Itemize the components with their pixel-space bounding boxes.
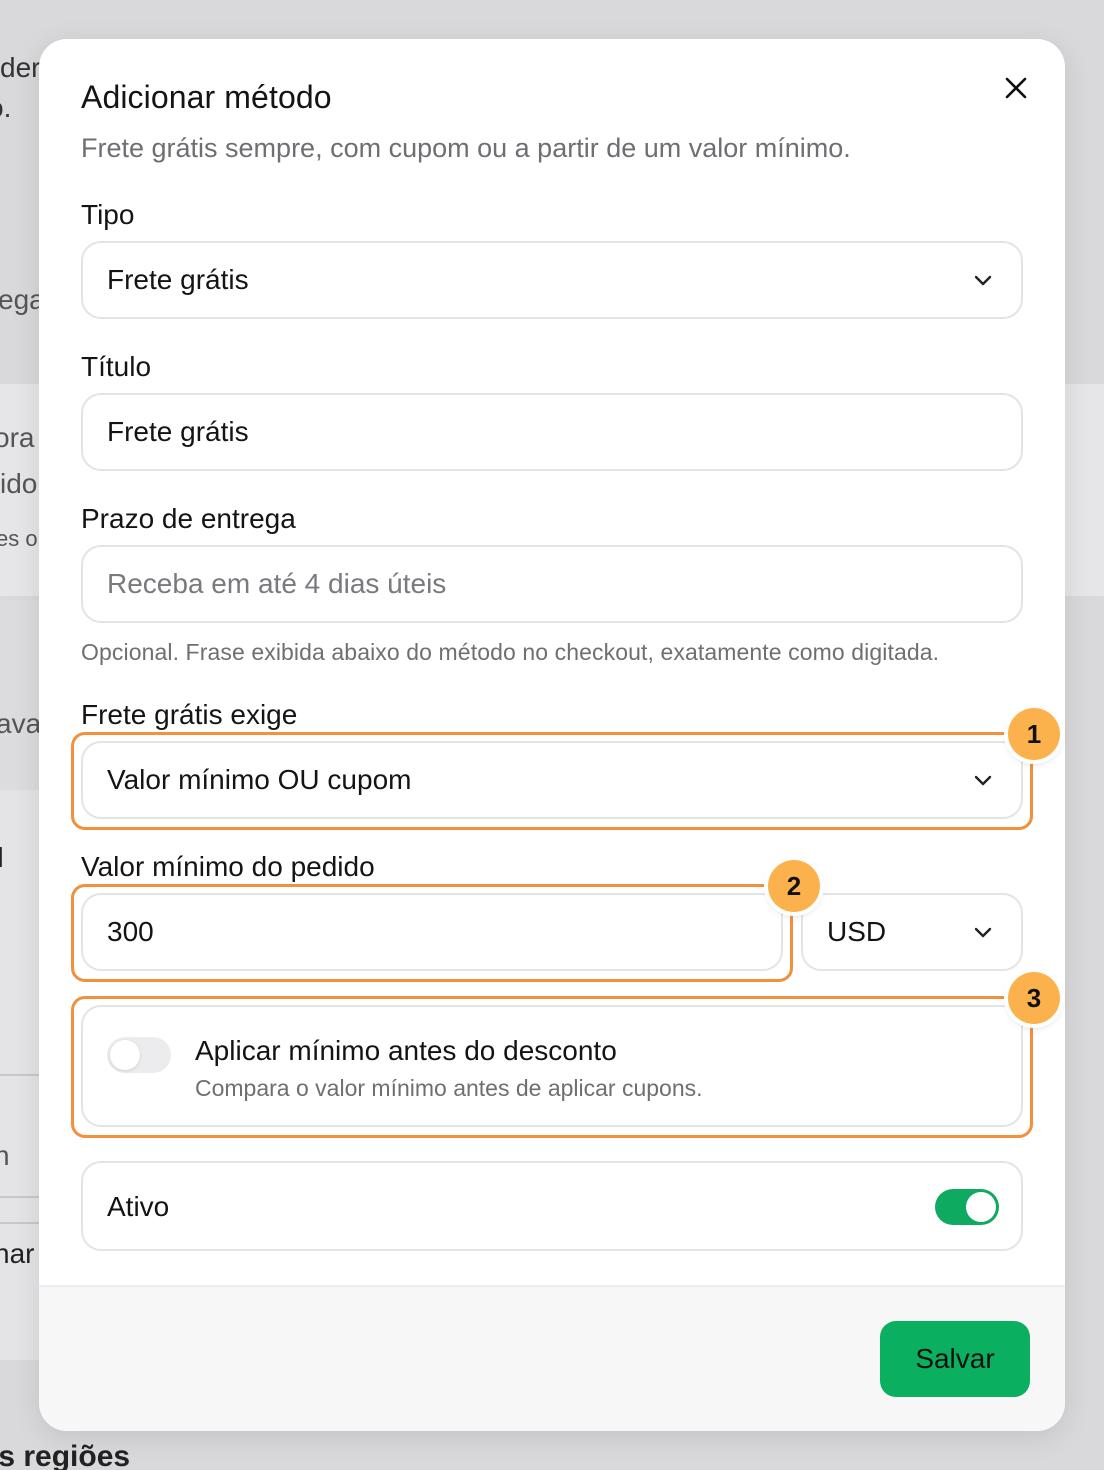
ativo-toggle[interactable] [935, 1189, 999, 1225]
background-panel [0, 600, 40, 790]
background-text: o. [0, 92, 12, 123]
exige-value: Valor mínimo OU cupom [107, 764, 412, 795]
tipo-select[interactable]: Frete grátis [81, 241, 1023, 319]
background-text: der [0, 52, 41, 83]
background-text: ora [0, 422, 35, 453]
background-text: l [0, 842, 4, 874]
valor-minimo-input[interactable]: 300 [81, 893, 783, 971]
background-text: es o [0, 526, 38, 551]
add-method-modal: Adicionar método Frete grátis sempre, co… [39, 39, 1065, 1431]
prazo-hint: Opcional. Frase exibida abaixo do método… [81, 639, 940, 665]
exige-select[interactable]: Valor mínimo OU cupom [81, 741, 1023, 819]
tipo-label: Tipo [81, 199, 135, 230]
titulo-label: Título [81, 351, 152, 382]
exige-label: Frete grátis exige [81, 699, 298, 730]
save-button[interactable]: Salvar [880, 1321, 1030, 1397]
modal-body: Adicionar método Frete grátis sempre, co… [39, 39, 1065, 1285]
modal-subtitle: Frete grátis sempre, com cupom ou a part… [81, 133, 851, 163]
tipo-value: Frete grátis [107, 264, 249, 295]
titulo-input[interactable]: Frete grátis [81, 393, 1023, 471]
background-text: is regiões [0, 1440, 131, 1470]
chevron-down-icon [969, 918, 997, 946]
background-divider [0, 1074, 40, 1076]
prazo-placeholder: Receba em até 4 dias úteis [107, 568, 447, 599]
ativo-label: Ativo [107, 1191, 170, 1222]
background-text: ega [0, 284, 45, 315]
background-divider [0, 1222, 40, 1224]
background-text: n [0, 1140, 10, 1171]
titulo-value: Frete grátis [107, 416, 249, 447]
background-text: nar [0, 1238, 35, 1269]
aplicar-minimo-toggle[interactable] [107, 1037, 171, 1073]
close-icon[interactable] [999, 71, 1033, 105]
chevron-down-icon [969, 766, 997, 794]
annotation-badge-3: 3 [1008, 972, 1060, 1024]
background-divider [0, 1196, 40, 1198]
ativo-card: Ativo [81, 1161, 1023, 1251]
prazo-input[interactable]: Receba em até 4 dias úteis [81, 545, 1023, 623]
toggle-knob [966, 1192, 996, 1222]
background-panel [1064, 384, 1104, 596]
valor-minimo-label: Valor mínimo do pedido [81, 851, 375, 882]
aplicar-minimo-description: Compara o valor mínimo antes de aplicar … [195, 1075, 703, 1101]
toggle-knob [110, 1040, 140, 1070]
chevron-down-icon [969, 266, 997, 294]
aplicar-minimo-card: Aplicar mínimo antes do desconto Compara… [81, 1005, 1023, 1127]
currency-value: USD [827, 916, 887, 947]
modal-footer: Salvar [39, 1285, 1065, 1431]
aplicar-minimo-title: Aplicar mínimo antes do desconto [195, 1035, 617, 1066]
background-text: ido [0, 468, 38, 499]
prazo-label: Prazo de entrega [81, 503, 296, 534]
annotation-badge-2: 2 [768, 860, 820, 912]
currency-select[interactable]: USD [801, 893, 1023, 971]
annotation-badge-1: 1 [1008, 708, 1060, 760]
modal-title: Adicionar método [81, 79, 332, 115]
valor-minimo-value: 300 [107, 916, 154, 947]
